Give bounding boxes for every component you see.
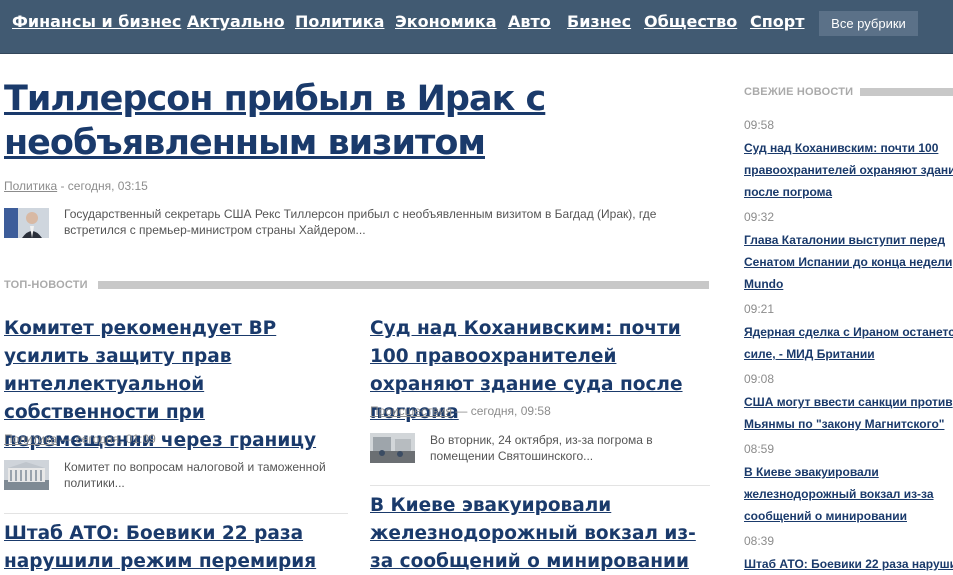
top-news-time-1: — сегодня, 01:09 [57, 432, 156, 446]
fresh-news-item: 08:39 Штаб АТО: Боевики 22 раза нарушили [744, 533, 953, 575]
top-news-thumbnail-1[interactable] [4, 460, 49, 490]
fresh-news-title-line: Сенатом Испании до конца недели, - El [744, 255, 953, 269]
top-news-category-link-1[interactable]: Политика [4, 432, 57, 446]
fresh-news-time: 09:32 [744, 210, 775, 224]
fresh-news-title[interactable]: Глава Каталонии выступит перед Сенатом И… [744, 229, 953, 295]
fresh-news-time: 09:21 [744, 302, 775, 316]
fresh-news-title[interactable]: Суд над Коханивским: почти 100 правоохра… [744, 137, 953, 203]
fresh-news-item: 09:21 Ядерная сделка с Ираном останется … [744, 301, 953, 365]
fresh-news-title-line: Глава Каталонии выступит перед [744, 233, 946, 247]
top-news-time-2: — сегодня, 09:58 [452, 404, 551, 418]
nav-item-society[interactable]: Общество [644, 11, 737, 33]
fresh-news-title-line: США могут ввести санкции против [744, 395, 953, 409]
lead-excerpt: Государственный секретарь США Рекс Тилле… [64, 207, 657, 237]
top-news-heading: ТОП-НОВОСТИ [4, 279, 88, 291]
fresh-news-title-line: железнодорожный вокзал из-за [744, 487, 934, 501]
fresh-news-item: 08:59 В Киеве эвакуировали железнодорожн… [744, 441, 953, 527]
fresh-news-title[interactable]: Штаб АТО: Боевики 22 раза нарушили [744, 553, 953, 575]
all-rubrics-button[interactable]: Все рубрики [819, 11, 918, 36]
lead-meta: Политика - сегодня, 03:15 [4, 179, 148, 193]
fresh-news-time: 08:59 [744, 442, 775, 456]
top-news-meta-2: Происшествия — сегодня, 09:58 [370, 404, 551, 418]
nav-item-actual[interactable]: Актуально [187, 11, 285, 33]
nav-item-business[interactable]: Бизнес [567, 11, 631, 33]
top-news-heading-bar [98, 281, 709, 289]
fresh-news-heading-bar [860, 88, 953, 96]
fresh-news-title[interactable]: Ядерная сделка с Ираном останется в силе… [744, 321, 953, 365]
fresh-news-item: 09:58 Суд над Коханивским: почти 100 пра… [744, 117, 953, 203]
fresh-news-heading: СВЕЖИЕ НОВОСТИ [744, 86, 854, 98]
fresh-news-item: 09:32 Глава Каталонии выступит перед Сен… [744, 209, 953, 295]
top-news-thumbnail-2[interactable] [370, 433, 415, 463]
fresh-news-time: 09:58 [744, 118, 775, 132]
fresh-news-title-line: Суд над Коханивским: почти 100 [744, 141, 939, 155]
fresh-news-time: 08:39 [744, 534, 775, 548]
fresh-news-time: 09:08 [744, 372, 775, 386]
lead-headline[interactable]: Тиллерсон прибыл в Ирак с необъявленным … [4, 77, 564, 165]
fresh-news-item: 09:08 США могут ввести санкции против Мь… [744, 371, 953, 435]
top-news-title-4[interactable]: В Киеве эвакуировали железнодорожный вок… [370, 492, 710, 575]
nav-item-finance-business[interactable]: Финансы и бизнес [12, 11, 181, 33]
fresh-news-title-line: правоохранителей охраняют здание суда [744, 163, 953, 177]
top-news-divider-2 [370, 485, 710, 486]
fresh-news-title-line: сообщений о минировании [744, 509, 907, 523]
fresh-news-title-line: Mundo [744, 277, 784, 291]
top-news-category-link-2[interactable]: Происшествия [370, 404, 452, 418]
top-news-title-3[interactable]: Штаб АТО: Боевики 22 раза нарушили режим… [4, 520, 344, 575]
top-news-excerpt-1: Комитет по вопросам налоговой и таможенн… [64, 460, 326, 490]
top-news-divider-1 [4, 513, 348, 514]
fresh-news-title-line: после погрома [744, 185, 833, 199]
top-navigation-bar: Финансы и бизнес Актуально Политика Экон… [0, 0, 953, 54]
nav-item-politics[interactable]: Политика [295, 11, 384, 33]
nav-item-economy[interactable]: Экономика [395, 11, 497, 33]
fresh-news-title[interactable]: В Киеве эвакуировали железнодорожный вок… [744, 461, 953, 527]
nav-item-sport[interactable]: Спорт [750, 11, 805, 33]
fresh-news-title-line: В Киеве эвакуировали [744, 465, 879, 479]
fresh-news-title-line: Штаб АТО: Боевики 22 раза нарушили [744, 557, 953, 571]
fresh-news-title[interactable]: США могут ввести санкции против Мьянмы п… [744, 391, 953, 435]
lead-thumbnail[interactable] [4, 208, 49, 238]
lead-category-link[interactable]: Политика [4, 179, 57, 193]
fresh-news-title-line: Мьянмы по "закону Магнитского" [744, 417, 945, 431]
fresh-news-title-line: силе, - МИД Британии [744, 347, 875, 361]
fresh-news-title-line: Ядерная сделка с Ираном останется в [744, 325, 953, 339]
nav-item-auto[interactable]: Авто [508, 11, 551, 33]
lead-time: - сегодня, 03:15 [57, 179, 148, 193]
top-news-meta-1: Политика — сегодня, 01:09 [4, 432, 156, 446]
top-news-excerpt-2: Во вторник, 24 октября, из-за погрома в … [430, 433, 653, 463]
